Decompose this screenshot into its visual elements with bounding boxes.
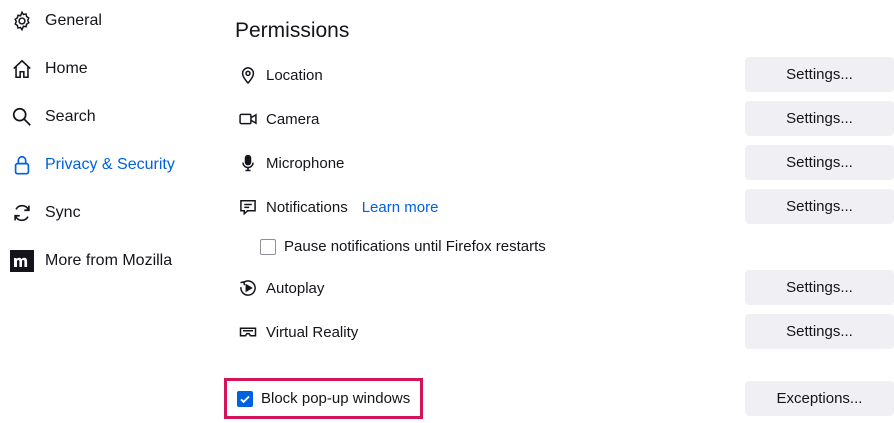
location-settings-button[interactable]: Settings... bbox=[745, 57, 894, 92]
sidebar: General Home Search Privacy & Security S… bbox=[0, 0, 215, 423]
sync-icon bbox=[10, 201, 34, 225]
main-panel: Permissions Location Settings... Camera … bbox=[215, 0, 894, 423]
permission-row-microphone: Microphone bbox=[237, 146, 344, 180]
block-popups-label: Block pop-up windows bbox=[261, 390, 411, 407]
permission-row-virtual-reality: Virtual Reality bbox=[237, 315, 358, 349]
sidebar-item-search[interactable]: Search bbox=[10, 102, 96, 132]
lock-icon bbox=[10, 153, 34, 177]
notification-icon bbox=[237, 196, 259, 218]
sidebar-item-more-from-mozilla[interactable]: More from Mozilla bbox=[10, 246, 172, 276]
search-icon bbox=[10, 105, 34, 129]
mozilla-icon bbox=[10, 249, 34, 273]
microphone-settings-button[interactable]: Settings... bbox=[745, 145, 894, 180]
permission-label: Virtual Reality bbox=[266, 323, 359, 341]
block-popups-checkbox[interactable] bbox=[237, 390, 253, 407]
permission-row-autoplay: Autoplay bbox=[237, 271, 324, 305]
pause-notifications-label: Pause notifications until Firefox restar… bbox=[284, 238, 546, 255]
section-title: Permissions bbox=[235, 19, 350, 42]
sidebar-item-general[interactable]: General bbox=[10, 6, 102, 36]
sidebar-item-label: Privacy & Security bbox=[45, 156, 175, 173]
sidebar-item-label: Search bbox=[45, 108, 96, 125]
permission-label: Autoplay bbox=[266, 279, 325, 297]
popup-exceptions-button[interactable]: Exceptions... bbox=[745, 381, 894, 416]
camera-icon bbox=[237, 108, 259, 130]
permission-row-camera: Camera bbox=[237, 102, 319, 136]
sidebar-item-privacy-security[interactable]: Privacy & Security bbox=[10, 150, 175, 180]
sidebar-item-label: Sync bbox=[45, 204, 81, 221]
permission-label: Location bbox=[266, 66, 323, 84]
camera-settings-button[interactable]: Settings... bbox=[745, 101, 894, 136]
autoplay-settings-button[interactable]: Settings... bbox=[745, 270, 894, 305]
autoplay-icon bbox=[237, 277, 259, 299]
location-pin-icon bbox=[237, 64, 259, 86]
notifications-settings-button[interactable]: Settings... bbox=[745, 189, 894, 224]
permission-row-location: Location bbox=[237, 58, 323, 92]
vr-headset-icon bbox=[237, 321, 259, 343]
permission-row-notifications: Notifications Learn more bbox=[237, 190, 438, 224]
home-icon bbox=[10, 57, 34, 81]
permission-label: Microphone bbox=[266, 154, 345, 172]
virtual-reality-settings-button[interactable]: Settings... bbox=[745, 314, 894, 349]
pause-notifications-checkbox-row[interactable]: Pause notifications until Firefox restar… bbox=[260, 238, 546, 255]
sidebar-item-home[interactable]: Home bbox=[10, 54, 88, 84]
permission-label: Notifications bbox=[266, 198, 348, 216]
sidebar-item-sync[interactable]: Sync bbox=[10, 198, 81, 228]
pause-notifications-checkbox[interactable] bbox=[260, 238, 276, 255]
microphone-icon bbox=[237, 152, 259, 174]
sidebar-item-label: General bbox=[45, 12, 102, 29]
checkmark-icon bbox=[240, 395, 250, 403]
permission-label: Camera bbox=[266, 110, 320, 128]
gear-icon bbox=[10, 9, 34, 33]
learn-more-link[interactable]: Learn more bbox=[362, 199, 439, 216]
sidebar-item-label: Home bbox=[45, 60, 88, 77]
sidebar-item-label: More from Mozilla bbox=[45, 252, 173, 269]
block-popups-checkbox-row[interactable]: Block pop-up windows bbox=[237, 390, 410, 407]
